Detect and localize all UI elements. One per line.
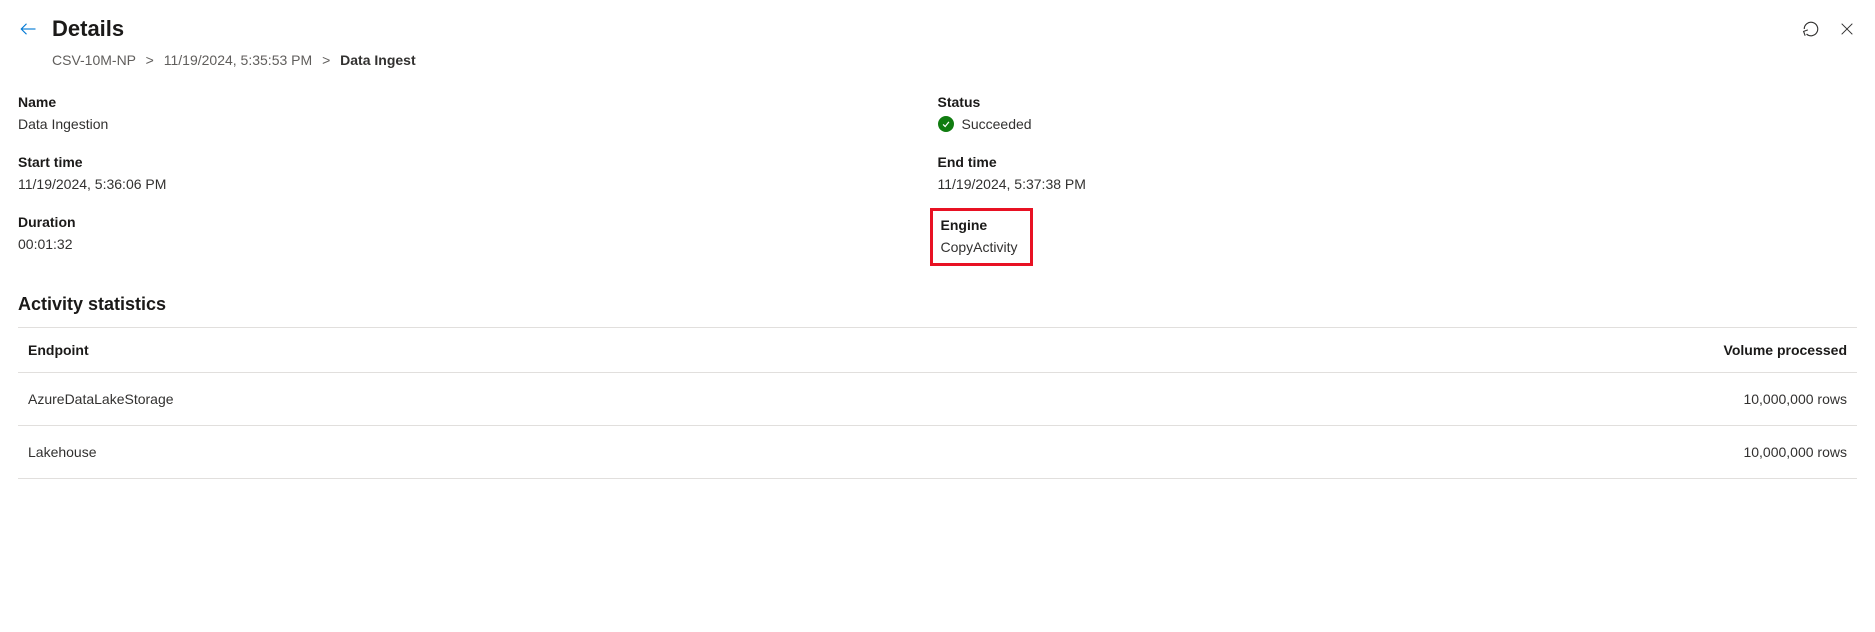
refresh-icon: [1802, 20, 1820, 38]
prop-end-time: End time 11/19/2024, 5:37:38 PM: [938, 154, 1858, 192]
col-header-endpoint[interactable]: Endpoint: [18, 328, 1003, 373]
cell-endpoint: AzureDataLakeStorage: [18, 373, 1003, 426]
prop-label: Engine: [941, 217, 1018, 233]
breadcrumb-item[interactable]: 11/19/2024, 5:35:53 PM: [164, 52, 312, 68]
prop-label: Start time: [18, 154, 938, 170]
prop-duration: Duration 00:01:32: [18, 214, 938, 266]
success-icon: [938, 116, 954, 132]
breadcrumb-separator: >: [146, 52, 154, 68]
prop-value: 00:01:32: [18, 236, 938, 252]
breadcrumb: CSV-10M-NP > 11/19/2024, 5:35:53 PM > Da…: [52, 52, 1857, 68]
prop-name: Name Data Ingestion: [18, 94, 938, 132]
prop-label: Duration: [18, 214, 938, 230]
prop-value: Data Ingestion: [18, 116, 938, 132]
cell-volume: 10,000,000 rows: [1003, 373, 1857, 426]
prop-engine: Engine CopyActivity: [938, 214, 1858, 266]
page-title: Details: [52, 16, 124, 42]
close-icon: [1839, 21, 1855, 37]
breadcrumb-current: Data Ingest: [340, 52, 415, 68]
cell-endpoint: Lakehouse: [18, 426, 1003, 479]
breadcrumb-separator: >: [322, 52, 330, 68]
table-row: AzureDataLakeStorage 10,000,000 rows: [18, 373, 1857, 426]
prop-value: CopyActivity: [941, 239, 1018, 255]
breadcrumb-item[interactable]: CSV-10M-NP: [52, 52, 136, 68]
prop-label: End time: [938, 154, 1858, 170]
prop-value: 11/19/2024, 5:36:06 PM: [18, 176, 938, 192]
prop-start-time: Start time 11/19/2024, 5:36:06 PM: [18, 154, 938, 192]
close-button[interactable]: [1837, 19, 1857, 39]
prop-value: 11/19/2024, 5:37:38 PM: [938, 176, 1858, 192]
back-button[interactable]: [18, 19, 38, 39]
col-header-volume[interactable]: Volume processed: [1003, 328, 1857, 373]
prop-label: Status: [938, 94, 1858, 110]
refresh-button[interactable]: [1801, 19, 1821, 39]
status-value: Succeeded: [962, 116, 1032, 132]
prop-status: Status Succeeded: [938, 94, 1858, 132]
table-row: Lakehouse 10,000,000 rows: [18, 426, 1857, 479]
section-title-activity-statistics: Activity statistics: [18, 294, 1857, 315]
arrow-left-icon: [19, 20, 37, 38]
highlight-box: Engine CopyActivity: [930, 208, 1033, 266]
activity-statistics-table: Endpoint Volume processed AzureDataLakeS…: [18, 327, 1857, 479]
cell-volume: 10,000,000 rows: [1003, 426, 1857, 479]
prop-label: Name: [18, 94, 938, 110]
